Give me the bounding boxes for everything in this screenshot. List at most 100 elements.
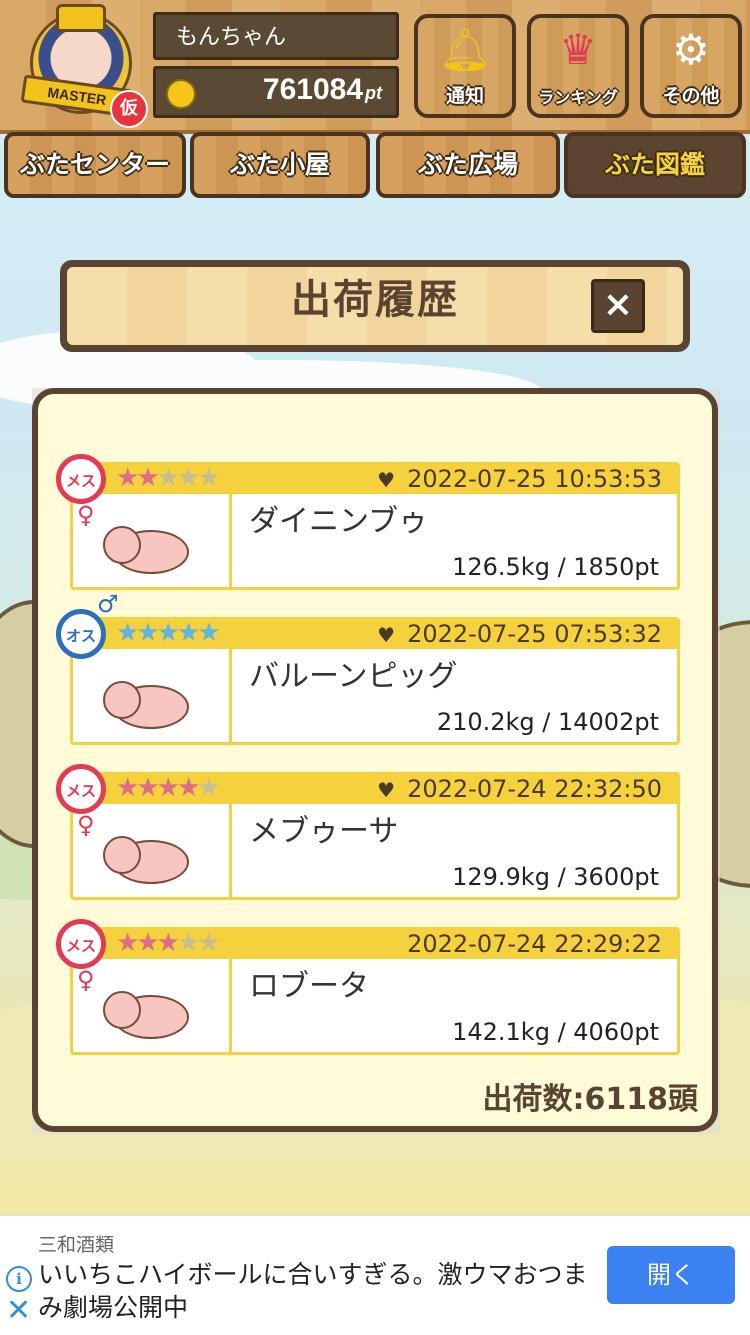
history-entry[interactable]: ★★★★★ ♥ 2022-07-25 07:53:32 バルーンピッグ 210.2kg … xyxy=(56,592,680,747)
favorite-heart-icon: ♥ xyxy=(377,778,396,802)
star-filled-icon: ★ xyxy=(176,618,200,648)
entry-datetime: 2022-07-25 07:53:32 xyxy=(407,620,662,648)
star-filled-icon: ★ xyxy=(156,618,180,648)
female-badge-icon: メス ♀ xyxy=(56,764,106,837)
rarity-stars: ★★★★★ xyxy=(116,927,221,959)
rarity-stars: ★★★★★ xyxy=(116,617,221,649)
history-entry[interactable]: ★★★★★ ♥ 2022-07-25 10:53:53 ダイニンブゥ 126.5kg /… xyxy=(56,454,680,592)
ranking-button[interactable]: ♛ ランキング xyxy=(527,14,629,118)
pig-name: ダイニンブゥ xyxy=(249,504,429,539)
ranking-label: ランキング xyxy=(538,88,618,107)
star-filled-icon: ★ xyxy=(136,928,159,958)
entry-datetime: 2022-07-24 22:32:50 xyxy=(407,775,662,803)
gender-symbol-icon: ♀ xyxy=(77,811,95,839)
bell-icon: 🔔︎ xyxy=(438,25,492,74)
star-filled-icon: ★ xyxy=(176,773,200,803)
coin-icon xyxy=(166,79,196,109)
entry-datetime: 2022-07-25 10:53:53 xyxy=(407,465,662,493)
ad-close-icon[interactable]: ✕ xyxy=(6,1296,31,1326)
main-nav: ぶたセンター ぶた小屋 ぶた広場 ぶた図鑑 xyxy=(0,130,750,202)
pig-name: バルーンピッグ xyxy=(249,659,458,694)
provisional-badge: 仮 xyxy=(110,90,148,128)
star-filled-icon: ★ xyxy=(156,773,180,803)
pig-thumbnail xyxy=(73,959,232,1052)
entry-body: ロブータ 142.1kg / 4060pt xyxy=(70,959,680,1055)
other-button[interactable]: ⚙ その他 xyxy=(640,14,742,118)
star-filled-icon: ★ xyxy=(136,618,159,648)
entry-body: メブゥーサ 129.9kg / 3600pt xyxy=(70,804,680,900)
entry-datetime: 2022-07-24 22:29:22 xyxy=(407,930,662,958)
points-value: 761084 xyxy=(262,73,363,106)
star-filled-icon: ★ xyxy=(136,773,159,803)
pig-icon xyxy=(103,673,195,729)
favorite-heart-icon: ♥ xyxy=(377,623,396,647)
star-filled-icon: ★ xyxy=(116,463,139,493)
star-filled-icon: ★ xyxy=(197,618,220,648)
star-empty-icon: ★ xyxy=(176,463,200,493)
ad-headline: いいちこハイボールに合いすぎる。激ウマおつまみ劇場公開中 xyxy=(38,1260,588,1322)
dialog-title-bar: 出荷履歴 × xyxy=(60,260,690,352)
tab-buta-zukan[interactable]: ぶた図鑑 xyxy=(564,132,746,198)
crown-icon xyxy=(56,4,106,32)
male-badge-icon: オス ♂ xyxy=(56,592,119,659)
points-display: 761084 pt xyxy=(153,66,399,118)
entry-header: ★★★★★ ♥ 2022-07-25 07:53:32 xyxy=(70,617,680,651)
gender-symbol-icon: ♀ xyxy=(77,966,95,994)
ad-banner[interactable]: 三和酒類 i ✕ いいちこハイボールに合いすぎる。激ウマおつまみ劇場公開中 開く xyxy=(0,1215,750,1335)
other-label: その他 xyxy=(662,85,720,107)
star-empty-icon: ★ xyxy=(197,773,220,803)
notification-label: 通知 xyxy=(445,85,484,107)
pig-weight-points: 129.9kg / 3600pt xyxy=(452,863,659,891)
pig-name: ロブータ xyxy=(249,969,369,1004)
rarity-stars: ★★★★★ xyxy=(116,462,221,494)
ad-info-icon[interactable]: i xyxy=(6,1266,32,1292)
tab-buta-center[interactable]: ぶたセンター xyxy=(4,132,186,198)
entry-header: ★★★★★ ♥ 2022-07-25 10:53:53 xyxy=(70,462,680,496)
star-filled-icon: ★ xyxy=(116,928,139,958)
ad-advertiser: 三和酒類 xyxy=(38,1234,115,1256)
pig-weight-points: 210.2kg / 14002pt xyxy=(436,708,659,736)
shipment-count: 出荷数:6118頭 xyxy=(482,1082,699,1117)
header-bar: MASTER 仮 もんちゃん 761084 pt 🔔︎ 通知 ♛ ランキング ⚙ … xyxy=(0,0,750,134)
female-badge-icon: メス ♀ xyxy=(56,919,106,992)
player-avatar[interactable]: MASTER 仮 xyxy=(20,4,148,128)
crown-icon: ♛ xyxy=(559,25,597,74)
notification-button[interactable]: 🔔︎ 通知 xyxy=(414,14,516,118)
star-filled-icon: ★ xyxy=(136,463,159,493)
gear-icon: ⚙ xyxy=(672,25,710,74)
pig-thumbnail xyxy=(73,649,232,742)
pig-weight-points: 142.1kg / 4060pt xyxy=(452,1018,659,1046)
gender-symbol-icon: ♀ xyxy=(77,501,95,529)
pig-thumbnail xyxy=(73,804,232,897)
gender-label: メス xyxy=(65,782,96,800)
entry-body: バルーンピッグ 210.2kg / 14002pt xyxy=(70,649,680,745)
username-display: もんちゃん xyxy=(153,12,399,60)
history-entry[interactable]: ★★★★★ 2022-07-24 22:29:22 ロブータ 142.1kg / 40… xyxy=(56,919,680,1057)
rarity-stars: ★★★★★ xyxy=(116,772,221,804)
entry-body: ダイニンブゥ 126.5kg / 1850pt xyxy=(70,494,680,590)
star-empty-icon: ★ xyxy=(197,928,220,958)
star-empty-icon: ★ xyxy=(176,928,200,958)
pig-name: メブゥーサ xyxy=(249,814,399,849)
history-entry[interactable]: ★★★★★ ♥ 2022-07-24 22:32:50 メブゥーサ 129.9kg / … xyxy=(56,764,680,902)
star-filled-icon: ★ xyxy=(156,928,180,958)
gender-label: メス xyxy=(65,472,96,490)
pig-icon xyxy=(103,518,195,574)
star-empty-icon: ★ xyxy=(197,463,220,493)
ad-open-button[interactable]: 開く xyxy=(607,1246,735,1304)
tab-buta-koya[interactable]: ぶた小屋 xyxy=(190,132,370,198)
pig-weight-points: 126.5kg / 1850pt xyxy=(452,553,659,581)
gender-symbol-icon: ♂ xyxy=(97,590,119,618)
tab-buta-hiroba[interactable]: ぶた広場 xyxy=(376,132,560,198)
pig-thumbnail xyxy=(73,494,232,587)
star-filled-icon: ★ xyxy=(116,773,139,803)
gender-label: メス xyxy=(65,937,96,955)
close-button[interactable]: × xyxy=(591,279,645,333)
favorite-heart-icon: ♥ xyxy=(377,468,396,492)
pig-icon xyxy=(103,983,195,1039)
female-badge-icon: メス ♀ xyxy=(56,454,106,527)
star-empty-icon: ★ xyxy=(156,463,180,493)
gender-label: オス xyxy=(65,627,96,645)
entry-header: ★★★★★ ♥ 2022-07-24 22:32:50 xyxy=(70,772,680,806)
points-unit: pt xyxy=(365,83,382,103)
